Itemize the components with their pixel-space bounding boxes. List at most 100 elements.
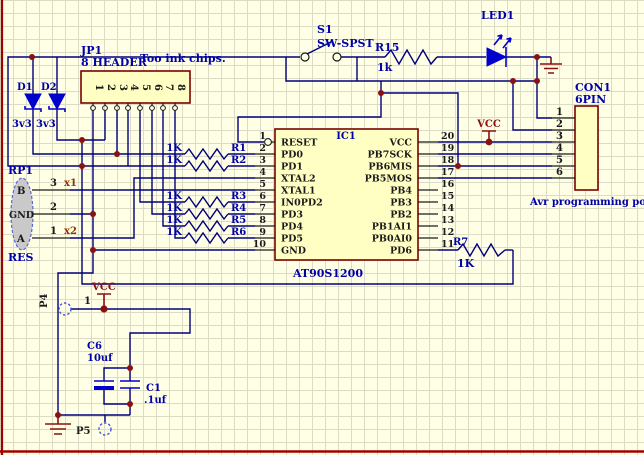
r15-ref: R15: [375, 41, 399, 54]
ic1-pin-name: PD4: [281, 222, 303, 233]
s1-switch: S1 SW-SPST: [301, 23, 374, 61]
r15-value: 1k: [377, 61, 393, 74]
jp1-pin-label: 4: [128, 84, 139, 91]
ic1-pin-num: 19: [441, 143, 455, 154]
con1-caption: Avr programming port: [529, 197, 644, 208]
con1-pin-num: 4: [556, 143, 563, 154]
jp1-pin-label: 7: [163, 84, 174, 91]
schematic-canvas: 1 2 3 4 5 6 7 8 JP1 8 HEADER Too ink chi…: [0, 0, 644, 455]
ic1-pin-name: PD5: [281, 234, 303, 245]
net-label-x1: x1: [64, 178, 77, 189]
ic1-ref: IC1: [336, 131, 356, 142]
p4-port: P4 1: [39, 293, 91, 315]
ic1-pin-num: 18: [441, 155, 455, 166]
ic1-pin-name: GND: [281, 246, 306, 257]
ic1-pin-name: IN0PD2: [281, 198, 323, 209]
rp1-pin-gnd: GND: [9, 210, 34, 221]
rp1-pin-num-2: 2: [50, 202, 57, 213]
ic1-pin-name: VCC: [389, 138, 413, 149]
ic1-pin-name: PD6: [390, 246, 412, 257]
rp1-pin-num-3: 3: [50, 178, 57, 189]
led1: LED1: [481, 9, 514, 67]
jp1-pin-label: 3: [117, 84, 128, 91]
ic1-pin-num: 7: [259, 203, 266, 214]
ic1-pin-name: PB7SCK: [368, 150, 413, 161]
c1-capacitor: C1 .1uf: [120, 381, 167, 406]
ic1-pin-num: 1: [259, 131, 266, 142]
ic1-pin-name: PB3: [390, 198, 412, 209]
p5-label: P5: [76, 426, 91, 437]
vcc-symbol-top: VCC: [476, 119, 501, 142]
con1-type: 6PIN: [575, 93, 606, 106]
ic1-pin-num: 13: [441, 215, 454, 226]
ic1-pin-num: 16: [441, 179, 455, 190]
ic1-pin-name: RESET: [281, 138, 317, 149]
rp1-pin-b: B: [17, 186, 25, 197]
ic1-part: AT90S1200: [292, 267, 363, 280]
ic1-pin-num: 9: [259, 227, 266, 238]
ic1-pin-name: PD0: [281, 150, 303, 161]
jp1-pin-label: 1: [93, 84, 104, 91]
ic1-pin-num: 8: [259, 215, 266, 226]
p5-port: P5: [76, 423, 111, 437]
p4-pin-num: 1: [84, 296, 91, 307]
d1-value: 3v3: [12, 119, 32, 130]
ic1-chip: IC1 AT90S1200 RESET PD0 PD1 XTAL2 XTAL1 …: [253, 129, 455, 280]
ic1-pin-name: PB5MOS: [365, 174, 413, 185]
ic1-pin-num: 17: [441, 167, 454, 178]
ic1-pin-num: 4: [259, 167, 266, 178]
ic1-pin-num: 5: [259, 179, 266, 190]
ic1-pin-num: 2: [259, 143, 266, 154]
ic1-pin-name: XTAL1: [281, 186, 316, 197]
ic1-pin-name: PB6MIS: [368, 162, 412, 173]
jp1-pin-label: 5: [140, 84, 151, 91]
r6-ref: R6: [231, 227, 246, 238]
note-text: Too ink chips.: [140, 52, 226, 65]
con1-pin-num: 3: [556, 131, 563, 142]
ic1-pin-name: PB4: [390, 186, 412, 197]
con1-pin-num: 6: [556, 167, 563, 178]
con1-pin-num: 2: [556, 119, 563, 130]
jp1-pin-label: 2: [105, 84, 116, 91]
con1-connector: 1 2 3 4 5 6 CON1 6PIN Avr programming po…: [529, 81, 644, 208]
p4-label: P4: [39, 293, 50, 308]
ic1-pin-num: 3: [259, 155, 266, 166]
c6-ref: C6: [87, 341, 102, 352]
r2-ref: R2: [231, 155, 246, 166]
net-label-x2: x2: [64, 226, 77, 237]
r4-ref: R4: [231, 203, 246, 214]
led1-ref: LED1: [481, 9, 514, 22]
ic1-pin-num: 15: [441, 191, 454, 202]
ic1-pin-name: PD3: [281, 210, 303, 221]
rp1-resonator: RP1 RES B GND A 3 2 1 x1 x2: [8, 164, 77, 264]
ic1-pin-num: 6: [259, 191, 266, 202]
vcc-symbol-bottom: VCC: [91, 282, 116, 309]
schematic-sheet: 1 2 3 4 5 6 7 8 JP1 8 HEADER Too ink chi…: [0, 0, 644, 455]
d1-ref: D1: [17, 82, 33, 93]
rp1-pin-num-1: 1: [50, 226, 57, 237]
ic1-pin-num: 20: [441, 131, 455, 142]
ic1-pin-name: XTAL2: [281, 174, 316, 185]
r3-value: 1K: [166, 191, 182, 202]
r2-value: 1K: [166, 155, 182, 166]
r7-value: 1K: [457, 257, 475, 270]
r1-ref: R1: [231, 143, 246, 154]
r5-value: 1K: [166, 215, 182, 226]
d2-diode: D2 3v3: [36, 82, 65, 130]
s1-type: SW-SPST: [317, 37, 374, 50]
ground-symbol-top-right: [540, 57, 562, 73]
ic1-pin-num: 14: [441, 203, 455, 214]
jp1-pin-label: 8: [175, 84, 186, 91]
r6-value: 1K: [166, 227, 182, 238]
ic1-pin-name: PB1AI1: [372, 222, 412, 233]
rp1-pin-a: A: [16, 234, 25, 245]
vcc-label-bottom: VCC: [91, 282, 116, 293]
c6-capacitor: C6 10uf: [87, 341, 114, 390]
jp1-type: 8 HEADER: [81, 56, 148, 69]
ic1-pin-num: 10: [253, 239, 267, 250]
jp1-pin-label: 6: [152, 84, 163, 91]
vcc-label-top: VCC: [476, 119, 501, 130]
c1-ref: C1: [146, 383, 161, 394]
c6-value: 10uf: [87, 353, 113, 364]
c1-value: .1uf: [144, 395, 167, 406]
